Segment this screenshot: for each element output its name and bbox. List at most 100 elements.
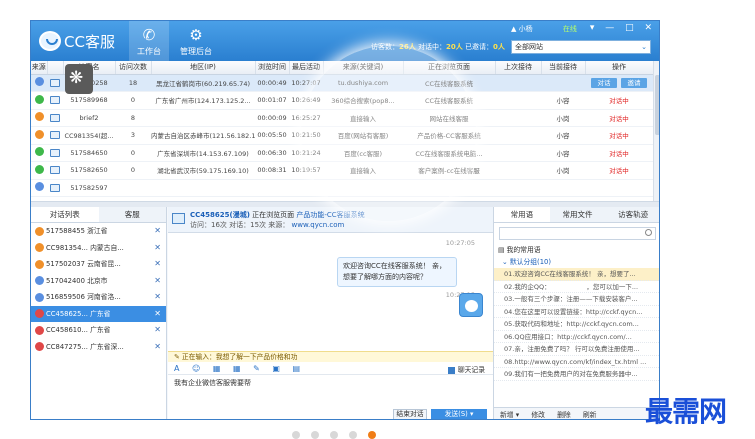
edit-phrase-button[interactable]: 修改 [531,411,545,419]
tab-files[interactable]: 常用文件 [549,207,606,222]
table-cell: 10:26:49 [289,91,323,110]
column-header[interactable]: 当前接待 [541,61,586,75]
table-row[interactable]: 51759025818黑龙江省鹤岗市(60.219.65.74)00:00:49… [31,74,653,92]
chat-button[interactable]: 对话 [591,77,617,88]
chatting-status[interactable]: 对话中 [609,97,629,105]
nav-workbench[interactable]: ✆ 工作台 [129,21,169,61]
table-cell: 小容 [541,126,585,145]
online-status[interactable]: 在线 [563,25,577,33]
browsing-page-link[interactable]: 产品功能-CC客服系统 [296,211,364,219]
phrase-item[interactable]: 06.QQ应用接口：http://cckf.qycn.com/... [494,331,659,343]
column-header[interactable]: 来源(关键词) [323,61,404,75]
add-phrase-button[interactable]: 新增 ▾ [500,411,519,419]
phrase-item[interactable]: 03.一般有三个步骤：注册——下载安装客户... [494,293,659,306]
table-cell [47,109,63,127]
phrase-item[interactable]: 05.获取代码和地址：http://cckf.qycn.com... [494,318,659,331]
carousel-dot[interactable] [292,431,300,439]
column-header[interactable]: 操作 [585,61,653,75]
table-cell: 直接输入 [323,109,403,127]
chat-history-button[interactable]: 聊天记录 [448,364,485,374]
table-row[interactable]: 517589968 0 广东省广州市(124.173.125.2... 00:01:0… [31,91,653,110]
table-cell [47,74,63,92]
table-row[interactable]: brief2 8 00:00:09 16:25:27 直接输入 网站在线客服 小岗 对话中 [31,109,653,127]
toolbar-icons[interactable]: A ☺ ▦ ▦ ✎ ▣ ▤ [174,364,305,373]
list-item[interactable]: 517588455 浙江省 ✕ [31,223,166,240]
tab-phrases[interactable]: 常用语 [494,207,550,222]
table-cell: 百度(网站有客服) [323,126,403,145]
table-cell [541,74,585,92]
visitor-stats: 访客数：26人 对话中：20人 已邀请：0人 [371,43,505,51]
phrase-item[interactable]: 04.您在这里可以设置链接：http://cckf.qycn... [494,306,659,318]
table-row[interactable]: 517584650 0 广东省深圳市(14.153.67.109) 00:06:30 1… [31,144,653,162]
list-item[interactable]: CC458625... 广东省 ✕ [31,305,166,323]
phrase-item[interactable]: 08.http://www.qycn.com/kf/index_tx.html … [494,356,659,368]
watermark: 最需网 [645,395,727,428]
phrase-search-input[interactable] [499,227,656,240]
phrase-item[interactable]: 01.欢迎咨询CC在线客服系统！ 亲，想要了... [494,268,659,281]
chatting-status[interactable]: 对话中 [609,167,629,175]
user-name[interactable]: 小杨 [519,25,533,33]
phrase-item[interactable]: 09.我们有一把免费用户的对在免费服务器中... [494,368,659,381]
column-header[interactable]: 地区(IP) [151,61,256,75]
column-header[interactable] [47,61,64,75]
tab-conversations[interactable]: 对话列表 [31,207,99,222]
chatting-status[interactable]: 对话中 [609,115,629,123]
phrase-subgroup[interactable]: ⌄ 默认分组(10) [494,256,659,268]
column-header[interactable]: 浏览时间 [255,61,290,75]
column-header[interactable]: 访问次数 [115,61,152,75]
logo: CC客服 [39,29,129,53]
window-controls[interactable]: ▾ — □ ✕ [590,23,656,33]
close-icon[interactable]: ✕ [154,322,161,339]
close-icon[interactable]: ✕ [154,289,161,306]
send-button[interactable]: 发送(S) ▾ [431,409,487,419]
list-item[interactable]: 517042400 北京市 ✕ [31,273,166,290]
search-icon [645,229,652,236]
invite-button[interactable]: 邀请 [621,77,647,88]
list-item[interactable]: 516859506 河南省洛... ✕ [31,289,166,306]
site-select[interactable]: 全部网站 ⌄ [511,40,651,54]
phrase-item[interactable]: 07.亲，注册免费了吗？ 行可以免费注册使用... [494,343,659,356]
carousel-dot[interactable] [349,431,357,439]
table-cell: 517589968 [63,91,115,110]
column-header[interactable]: 上次接待 [495,61,542,75]
end-chat-button[interactable]: 结束对话 [393,409,427,419]
tab-visitor-track[interactable]: 访客轨迹 [605,207,659,222]
carousel-dot[interactable] [311,431,319,439]
refresh-phrase-button[interactable]: 刷新 [583,411,597,419]
tab-agents[interactable]: 客服 [98,207,166,222]
close-icon[interactable]: ✕ [154,256,161,273]
close-icon[interactable]: ✕ [154,306,161,323]
close-icon[interactable]: ✕ [154,339,161,356]
list-item[interactable]: CC847275... 广东省深... ✕ [31,339,166,356]
list-item[interactable]: 517502037 云南省昆... ✕ [31,256,166,273]
nav-admin-label: 管理后台 [180,47,212,56]
message-area: 10:27:05 欢迎咨询CC在线客服系统！ 亲，想要了解哪方面的内容呢？ 10… [168,233,493,351]
logo-icon [39,31,61,51]
column-header[interactable]: 正在浏览页面 [403,61,496,75]
close-icon[interactable]: ✕ [154,273,161,290]
phrase-group[interactable]: ▤ 我的常用语 [494,244,659,256]
scroll-thumb[interactable] [655,75,659,135]
list-item[interactable]: CC458610... 广东省 ✕ [31,322,166,339]
column-header[interactable]: 来源 [31,61,48,75]
table-cell [31,179,47,197]
table-row[interactable]: CC981354(超... 3 内蒙古自治区赤峰市(121.56.182.11) 00… [31,126,653,145]
close-icon[interactable]: ✕ [154,240,161,257]
source-link[interactable]: www.qycn.com [292,221,345,229]
chatting-status[interactable]: 对话中 [609,150,629,158]
column-header[interactable]: 最后活动 [289,61,324,75]
nav-admin[interactable]: ⚙ 管理后台 [176,21,216,61]
carousel-dot-active[interactable] [368,431,376,439]
message-input[interactable]: 我有企业微信客服需要帮 [168,375,493,408]
list-item[interactable]: CC981354... 内蒙古自... ✕ [31,240,166,257]
logo-text: CC客服 [64,32,115,51]
chatting-status[interactable]: 对话中 [609,132,629,140]
phrase-item[interactable]: 02.我的企QQ： ，您可以加一下... [494,281,659,293]
close-icon[interactable]: ✕ [154,223,161,240]
carousel-dot[interactable] [330,431,338,439]
table-row[interactable]: 517582597 [31,179,653,197]
table-scrollbar[interactable] [653,61,659,201]
delete-phrase-button[interactable]: 删除 [557,411,571,419]
typing-indicator: ✎ 正在输入：我想了解一下产品价格和功 [168,351,493,362]
table-row[interactable]: 517582650 0 湖北省武汉市(59.175.169.10) 00:08:31 1… [31,161,653,180]
